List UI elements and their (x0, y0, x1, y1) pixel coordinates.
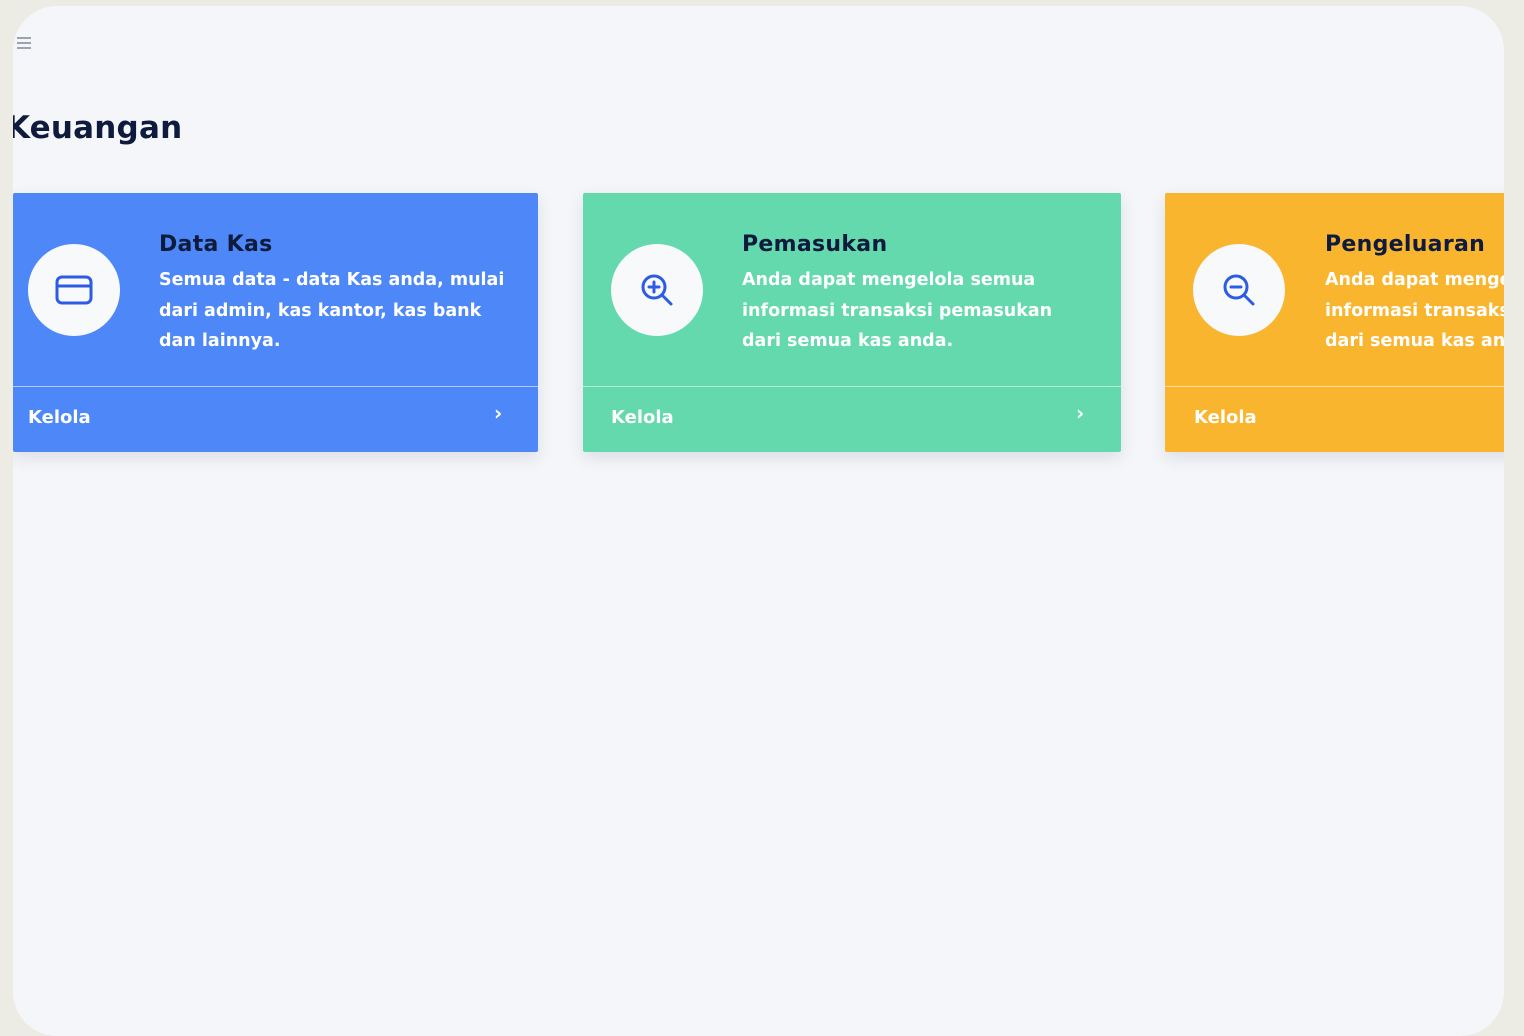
card-title: Pemasukan (742, 232, 888, 257)
card-description: Semua data - data Kas anda, mulai dari a… (159, 270, 505, 351)
manage-pemasukan-link[interactable]: Kelola › (583, 386, 1121, 453)
card-description: Anda dapat mengelola semua informasi tra… (742, 270, 1053, 351)
card-title: Pengeluaran (1325, 232, 1486, 257)
zoom-in-icon (641, 274, 673, 306)
card-body: Pemasukan Anda dapat mengelola semua inf… (583, 193, 1121, 386)
icon-circle (28, 244, 120, 336)
card-body: Data Kas Semua data - data Kas anda, mul… (13, 193, 538, 386)
hamburger-icon[interactable] (17, 37, 31, 49)
zoom-out-icon (1223, 274, 1255, 306)
footer-label: Kelola (28, 407, 91, 428)
chevron-right-icon: › (1076, 401, 1085, 425)
card-pemasukan: Pemasukan Anda dapat mengelola semua inf… (583, 193, 1121, 452)
chevron-right-icon: › (494, 401, 503, 425)
credit-card-icon (55, 275, 93, 305)
manage-data-kas-link[interactable]: Kelola › (13, 386, 538, 453)
icon-circle (611, 244, 703, 336)
app-frame: Keuangan Data Kas Semua data - data Kas … (13, 6, 1504, 1036)
card-description: Anda dapat mengelola semua informasi tra… (1325, 270, 1504, 351)
footer-label: Kelola (1194, 407, 1257, 428)
card-data-kas: Data Kas Semua data - data Kas anda, mul… (13, 193, 538, 452)
page-title: Keuangan (13, 110, 183, 146)
card-pengeluaran: Pengeluaran Anda dapat mengelola semua i… (1165, 193, 1504, 452)
footer-label: Kelola (611, 407, 674, 428)
card-body: Pengeluaran Anda dapat mengelola semua i… (1165, 193, 1504, 386)
icon-circle (1193, 244, 1285, 336)
card-title: Data Kas (159, 232, 273, 257)
manage-pengeluaran-link[interactable]: Kelola (1165, 386, 1504, 453)
